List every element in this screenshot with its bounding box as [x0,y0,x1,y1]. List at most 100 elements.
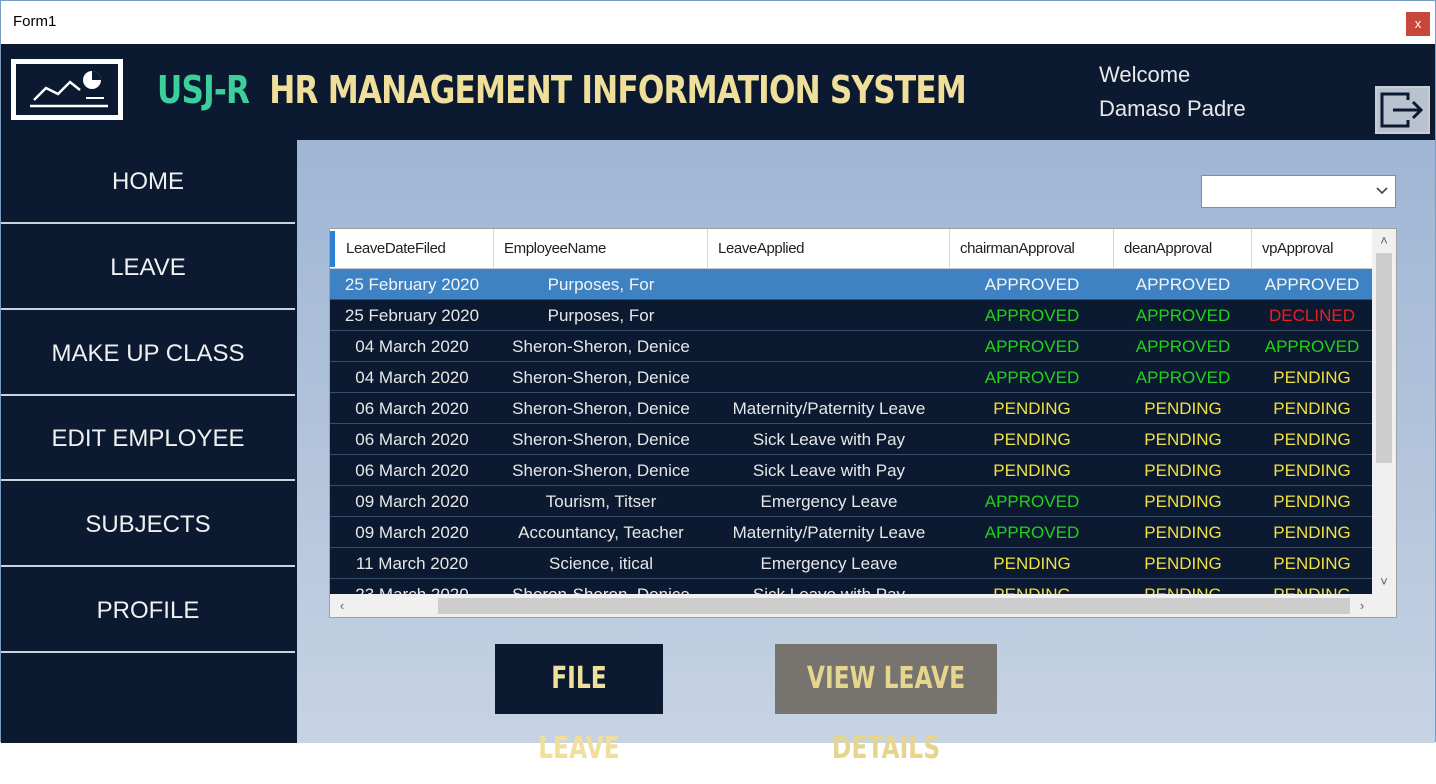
vp-approval-cell: PENDING [1273,492,1351,511]
dean-approval-cell: APPROVED [1135,368,1231,387]
chevron-down-icon [1376,187,1388,195]
chairman-approval-cell: APPROVED [984,368,1080,387]
dean-approval-cell: APPROVED [1135,275,1231,294]
vp-approval-cell: DECLINED [1269,306,1355,325]
vp-approval-cell: PENDING [1273,399,1351,418]
date-filed-cell: 06 March 2020 [355,461,469,480]
table-row[interactable]: 04 March 2020 Sheron-Sheron, Denice APPROV… [330,362,1372,393]
employee-name-cell: Sheron-Sheron, Denice [512,461,690,480]
sidebar-item-profile[interactable]: PROFILE [1,569,295,653]
vp-approval-cell: PENDING [1273,523,1351,542]
column-header[interactable]: chairmanApproval [950,229,1114,269]
employee-name-cell: Purposes, For [547,275,655,294]
date-filed-cell: 23 March 2020 [330,579,494,594]
column-header[interactable]: deanApproval [1114,229,1252,269]
chairman-approval-cell: PENDING [993,399,1071,418]
table-row[interactable]: 09 March 2020 Tourism, Titser Emergency Le… [330,486,1372,517]
column-header[interactable]: vpApproval [1252,229,1372,269]
date-filed-cell: 04 March 2020 [355,337,469,356]
date-filed-cell: 06 March 2020 [355,430,469,449]
employee-name-cell: Tourism, Titser [545,492,657,511]
employee-name-cell: Purposes, For [547,306,655,325]
scroll-down-icon[interactable]: ˅ [1376,574,1392,590]
leave-applied-cell: Sick Leave with Pay [752,430,906,449]
table-row[interactable]: 06 March 2020 Sheron-Sheron, Denice Matern… [330,393,1372,424]
chairman-approval-cell: PENDING [993,554,1071,573]
logout-button[interactable] [1375,86,1430,134]
scroll-right-icon[interactable]: › [1354,598,1370,614]
date-filed-cell: 25 February 2020 [344,306,480,325]
view-leave-details-label: VIEW LEAVE DETAILS [806,661,966,766]
app-header: USJ-R HR MANAGEMENT INFORMATION SYSTEM W… [1,44,1435,140]
user-name: Damaso Padre [1099,96,1246,121]
table-row[interactable]: 04 March 2020 Sheron-Sheron, Denice APPROV… [330,331,1372,362]
table-row[interactable]: 25 February 2020 Purposes, For APPROVED APP… [330,269,1372,300]
sidebar-item-subjects[interactable]: SUBJECTS [1,483,295,567]
leave-applied-cell: Emergency Leave [760,554,898,573]
app-window: Form1 x USJ-R HR MANAGEMENT INFORMATION … [0,0,1436,766]
chairman-approval-cell: APPROVED [984,306,1080,325]
table-row[interactable]: 06 March 2020 Sheron-Sheron, Denice Sick L… [330,455,1372,486]
dean-approval-cell: PENDING [1144,461,1222,480]
date-filed-cell: 04 March 2020 [355,368,469,387]
vp-approval-cell: PENDING [1273,461,1351,480]
vp-approval-cell: PENDING [1273,368,1351,387]
scroll-up-icon[interactable]: ˄ [1376,233,1392,249]
leave-grid[interactable]: LeaveDateFiled EmployeeName LeaveApplied… [329,228,1397,618]
date-filed-cell: 09 March 2020 [355,523,469,542]
table-row[interactable]: 25 February 2020 Purposes, For APPROVED APP… [330,300,1372,331]
date-filed-cell: 11 March 2020 [355,554,469,573]
scroll-left-icon[interactable]: ‹ [334,598,350,614]
chairman-approval-cell: APPROVED [984,337,1080,356]
grid-header: LeaveDateFiled EmployeeName LeaveApplied… [330,229,1372,269]
filter-dropdown[interactable] [1201,175,1396,208]
brand-title: HR MANAGEMENT INFORMATION SYSTEM [269,68,967,112]
dean-approval-cell: PENDING [1144,523,1222,542]
main-content: LeaveDateFiled EmployeeName LeaveApplied… [297,140,1435,766]
dean-approval-cell: APPROVED [1135,306,1231,325]
chairman-approval-cell: PENDING [993,461,1071,480]
vp-approval-cell: APPROVED [1264,275,1360,294]
dean-approval-cell: PENDING [1144,430,1222,449]
file-leave-button[interactable]: FILE LEAVE [495,644,663,766]
column-header[interactable]: LeaveDateFiled [336,229,494,269]
sidebar-item-home[interactable]: HOME [1,140,295,224]
dean-approval-cell: APPROVED [1135,337,1231,356]
vp-approval-cell: PENDING [1252,579,1372,594]
table-row[interactable]: 06 March 2020 Sheron-Sheron, Denice Sick L… [330,424,1372,455]
sidebar-item-edit-employee[interactable]: EDIT EMPLOYEE [1,397,295,481]
view-leave-details-button[interactable]: VIEW LEAVE DETAILS [775,644,997,766]
vertical-scroll-thumb[interactable] [1376,253,1392,463]
horizontal-scroll-thumb[interactable] [438,598,1350,614]
dean-approval-cell: PENDING [1144,492,1222,511]
leave-applied-cell [708,362,950,393]
table-row[interactable]: 23 March 2020Sheron-Sheron, DeniceSick L… [330,579,1372,594]
sidebar-item-make-up-class[interactable]: MAKE UP CLASS [1,312,295,396]
sidebar-item-leave[interactable]: LEAVE [1,226,295,310]
leave-applied-cell: Sick Leave with Pay [708,579,950,594]
table-row[interactable]: 11 March 2020 Science, itical Emergency Le… [330,548,1372,579]
column-header[interactable]: EmployeeName [494,229,708,269]
vertical-scrollbar[interactable]: ˄ ˅ [1372,229,1396,594]
leave-applied-cell: Maternity/Paternity Leave [732,523,926,542]
welcome-label: Welcome [1099,62,1191,87]
employee-name-cell: Accountancy, Teacher [518,523,684,542]
column-header[interactable]: LeaveApplied [708,229,950,269]
employee-name-cell: Sheron-Sheron, Denice [512,399,690,418]
employee-name-cell: Science, itical [549,554,653,573]
horizontal-scrollbar[interactable]: ‹ › [330,594,1396,617]
leave-applied-cell [708,269,950,300]
window-title: Form1 [13,13,57,30]
employee-name-cell: Sheron-Sheron, Denice [512,430,690,449]
logout-icon [1380,92,1424,128]
dean-approval-cell: PENDING [1144,399,1222,418]
chairman-approval-cell: PENDING [993,430,1071,449]
table-row[interactable]: 09 March 2020 Accountancy, Teacher Materni… [330,517,1372,548]
close-button[interactable]: x [1406,12,1430,36]
brand-short: USJ-R [157,68,250,112]
sidebar: HOME LEAVE MAKE UP CLASS EDIT EMPLOYEE S… [1,140,297,743]
chairman-approval-cell: PENDING [950,579,1114,594]
grid-body: 25 February 2020 Purposes, For APPROVED APP… [330,269,1372,594]
chart-monitor-icon [11,59,123,120]
leave-applied-cell: Emergency Leave [760,492,898,511]
